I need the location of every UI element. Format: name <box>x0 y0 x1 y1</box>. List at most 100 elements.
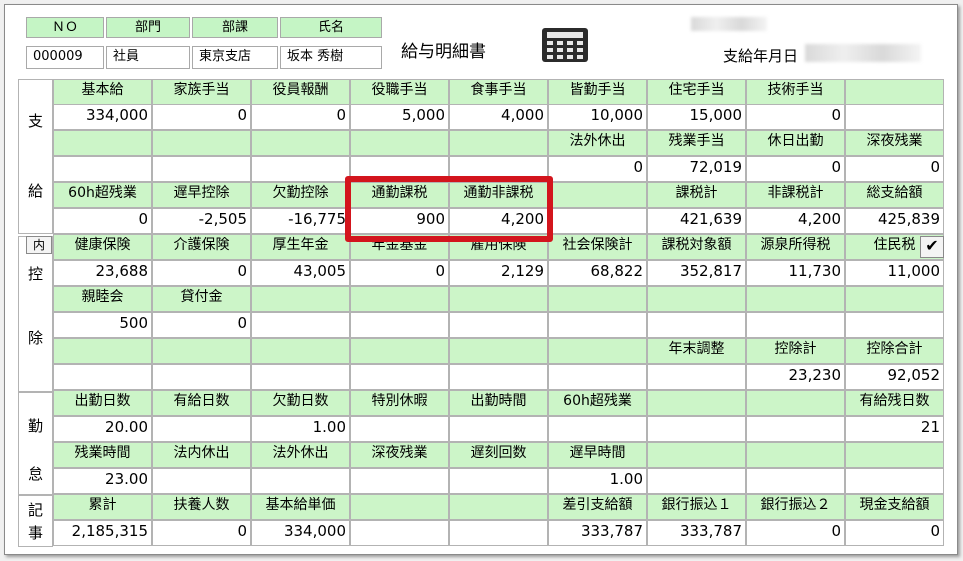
field-label-r6-c1: 介護保険 <box>152 234 251 260</box>
field-value-r15-c4[interactable] <box>449 468 548 494</box>
field-value-r13-c7[interactable] <box>746 416 845 442</box>
field-value-r11-c1[interactable] <box>152 364 251 390</box>
field-value-r13-c2[interactable]: 1.00 <box>251 416 350 442</box>
field-value-r3-c8[interactable]: 0 <box>845 156 944 182</box>
field-value-r13-c5[interactable] <box>548 416 647 442</box>
field-label-r0-c7: 技術手当 <box>746 79 845 105</box>
field-value-r17-c0[interactable]: 2,185,315 <box>53 520 152 546</box>
field-value-r5-c8[interactable]: 425,839 <box>845 208 944 234</box>
field-value-r3-c0[interactable] <box>53 156 152 182</box>
field-value-r1-c3[interactable]: 5,000 <box>350 104 449 130</box>
field-value-r7-c0[interactable]: 23,688 <box>53 260 152 286</box>
dept-label: 部門 <box>106 17 190 38</box>
field-label-r10-c1 <box>152 338 251 364</box>
field-value-r7-c7[interactable]: 11,730 <box>746 260 845 286</box>
field-label-r12-c7 <box>746 390 845 416</box>
field-value-r11-c4[interactable] <box>449 364 548 390</box>
field-value-r17-c7[interactable]: 0 <box>746 520 845 546</box>
field-value-r3-c6[interactable]: 72,019 <box>647 156 746 182</box>
field-value-r3-c7[interactable]: 0 <box>746 156 845 182</box>
field-value-r15-c3[interactable] <box>350 468 449 494</box>
field-value-r9-c7[interactable] <box>746 312 845 338</box>
field-value-r9-c6[interactable] <box>647 312 746 338</box>
field-value-r5-c1[interactable]: -2,505 <box>152 208 251 234</box>
field-value-r1-c7[interactable]: 0 <box>746 104 845 130</box>
field-value-r3-c2[interactable] <box>251 156 350 182</box>
field-value-r11-c2[interactable] <box>251 364 350 390</box>
field-value-r11-c6[interactable] <box>647 364 746 390</box>
field-value-r9-c1[interactable]: 0 <box>152 312 251 338</box>
field-value-r9-c2[interactable] <box>251 312 350 338</box>
field-value-r7-c5[interactable]: 68,822 <box>548 260 647 286</box>
field-value-r9-c4[interactable] <box>449 312 548 338</box>
field-value-r7-c2[interactable]: 43,005 <box>251 260 350 286</box>
field-value-r5-c7[interactable]: 4,200 <box>746 208 845 234</box>
field-value-r5-c6[interactable]: 421,639 <box>647 208 746 234</box>
field-value-r3-c1[interactable] <box>152 156 251 182</box>
field-value-r13-c1[interactable] <box>152 416 251 442</box>
dept-value[interactable]: 社員 <box>106 46 190 69</box>
field-value-r1-c8[interactable] <box>845 104 944 130</box>
field-value-r1-c6[interactable]: 15,000 <box>647 104 746 130</box>
field-label-r0-c0: 基本給 <box>53 79 152 105</box>
field-value-r7-c6[interactable]: 352,817 <box>647 260 746 286</box>
field-value-r17-c8[interactable]: 0 <box>845 520 944 546</box>
field-value-r17-c3[interactable] <box>350 520 449 546</box>
field-value-r13-c3[interactable] <box>350 416 449 442</box>
field-value-r7-c3[interactable]: 0 <box>350 260 449 286</box>
field-label-r2-c5: 法外休出 <box>548 130 647 156</box>
field-value-r11-c7[interactable]: 23,230 <box>746 364 845 390</box>
field-label-r6-c2: 厚生年金 <box>251 234 350 260</box>
field-value-r15-c8[interactable] <box>845 468 944 494</box>
uchi-button[interactable]: 内 <box>26 236 52 254</box>
field-value-r7-c4[interactable]: 2,129 <box>449 260 548 286</box>
field-value-r11-c0[interactable] <box>53 364 152 390</box>
field-value-r17-c2[interactable]: 334,000 <box>251 520 350 546</box>
field-value-r13-c4[interactable] <box>449 416 548 442</box>
field-value-r15-c7[interactable] <box>746 468 845 494</box>
field-value-r3-c5[interactable]: 0 <box>548 156 647 182</box>
field-value-r15-c2[interactable] <box>251 468 350 494</box>
field-value-r7-c8[interactable]: 11,000 <box>845 260 944 286</box>
section-value[interactable]: 東京支店 <box>192 46 278 69</box>
field-value-r5-c0[interactable]: 0 <box>53 208 152 234</box>
field-value-r1-c0[interactable]: 334,000 <box>53 104 152 130</box>
field-value-r11-c5[interactable] <box>548 364 647 390</box>
field-value-r1-c1[interactable]: 0 <box>152 104 251 130</box>
field-label-r4-c1: 遅早控除 <box>152 182 251 208</box>
blurred-text <box>691 17 767 31</box>
field-value-r17-c1[interactable]: 0 <box>152 520 251 546</box>
no-value[interactable]: 000009 <box>26 46 104 69</box>
field-value-r15-c6[interactable] <box>647 468 746 494</box>
field-value-r9-c8[interactable] <box>845 312 944 338</box>
name-value[interactable]: 坂本 秀樹 <box>280 46 382 69</box>
field-label-r2-c8: 深夜残業 <box>845 130 944 156</box>
field-value-r13-c6[interactable] <box>647 416 746 442</box>
field-value-r15-c0[interactable]: 23.00 <box>53 468 152 494</box>
field-label-r8-c7 <box>746 286 845 312</box>
field-label-r4-c7: 非課税計 <box>746 182 845 208</box>
field-value-r13-c8[interactable]: 21 <box>845 416 944 442</box>
field-value-r9-c5[interactable] <box>548 312 647 338</box>
field-value-r15-c1[interactable] <box>152 468 251 494</box>
field-label-r4-c6: 課税計 <box>647 182 746 208</box>
field-value-r5-c2[interactable]: -16,775 <box>251 208 350 234</box>
field-value-r9-c3[interactable] <box>350 312 449 338</box>
field-value-r15-c5[interactable]: 1.00 <box>548 468 647 494</box>
field-value-r17-c4[interactable] <box>449 520 548 546</box>
field-label-r8-c3 <box>350 286 449 312</box>
field-label-r12-c3: 特別休暇 <box>350 390 449 416</box>
field-value-r9-c0[interactable]: 500 <box>53 312 152 338</box>
field-value-r13-c0[interactable]: 20.00 <box>53 416 152 442</box>
check-icon[interactable]: ✔ <box>920 236 944 258</box>
field-value-r1-c4[interactable]: 4,000 <box>449 104 548 130</box>
field-value-r1-c2[interactable]: 0 <box>251 104 350 130</box>
field-value-r1-c5[interactable]: 10,000 <box>548 104 647 130</box>
field-value-r5-c5[interactable] <box>548 208 647 234</box>
field-value-r7-c1[interactable]: 0 <box>152 260 251 286</box>
field-value-r11-c3[interactable] <box>350 364 449 390</box>
field-value-r17-c6[interactable]: 333,787 <box>647 520 746 546</box>
field-value-r11-c8[interactable]: 92,052 <box>845 364 944 390</box>
calculator-icon[interactable] <box>541 27 589 63</box>
field-value-r17-c5[interactable]: 333,787 <box>548 520 647 546</box>
